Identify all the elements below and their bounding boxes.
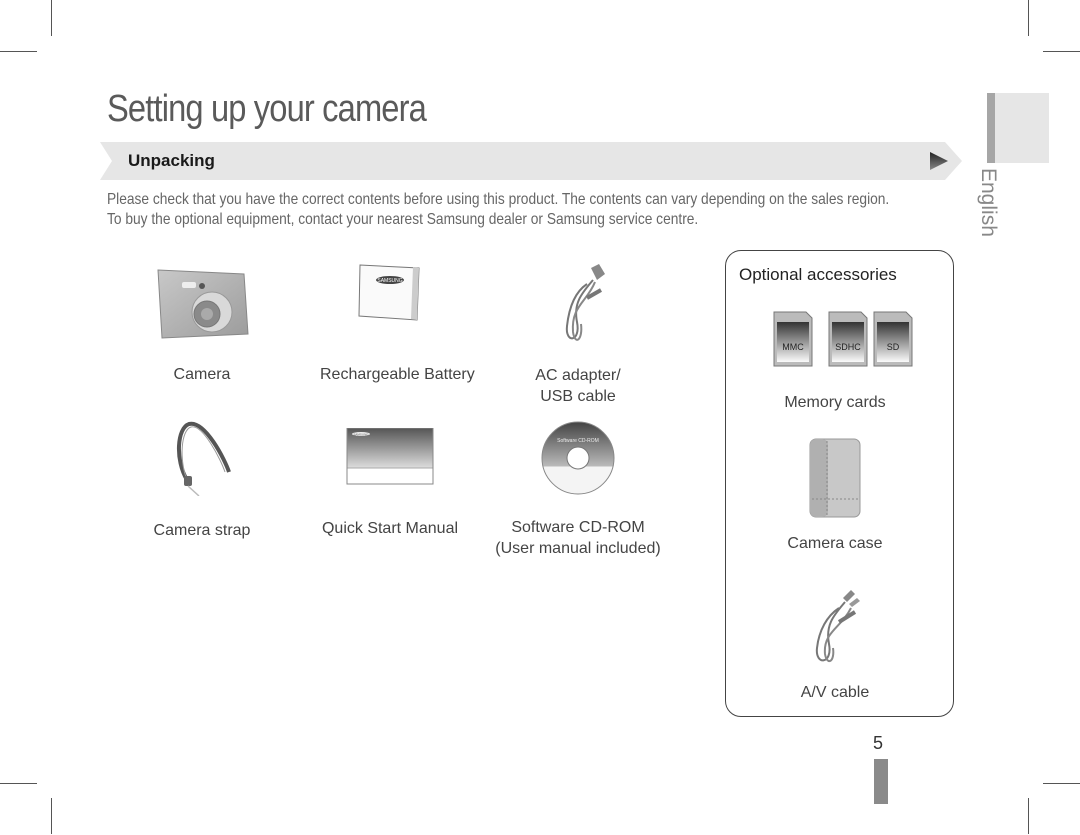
item-memory-cards: MMC SDHC SD Memory cards	[745, 310, 925, 413]
svg-text:MMC: MMC	[782, 342, 804, 352]
svg-text:SAMSUNG: SAMSUNG	[353, 433, 369, 437]
optional-accessories-title: Optional accessories	[739, 265, 897, 284]
item-caption: Camera case	[787, 535, 883, 552]
item-software-cd-rom: Software CD-ROM Software CD-ROM (User ma…	[495, 420, 661, 559]
camera-icon	[157, 269, 249, 339]
banner-background	[100, 142, 962, 180]
cd-rom-icon: Software CD-ROM	[541, 421, 615, 495]
page-title: Setting up your camera	[107, 88, 427, 130]
svg-text:SAMSUNG: SAMSUNG	[377, 278, 402, 284]
intro-line: Please check that you have the correct c…	[107, 191, 890, 208]
item-caption: Camera strap	[153, 522, 251, 539]
crop-mark	[1043, 783, 1080, 784]
sdhc-card-icon: SDHC	[828, 311, 867, 367]
svg-text:SD: SD	[886, 342, 899, 352]
language-tab-marker	[987, 93, 995, 163]
item-caption: A/V cable	[800, 684, 870, 701]
svg-text:SDHC: SDHC	[835, 342, 861, 352]
crop-mark	[0, 783, 37, 784]
section-heading: Unpacking	[128, 151, 215, 170]
crop-mark	[0, 51, 37, 52]
item-caption: Rechargeable Battery	[320, 366, 475, 383]
battery-icon: SAMSUNG	[358, 264, 420, 321]
crop-mark	[51, 0, 52, 36]
crop-mark	[1043, 51, 1080, 52]
intro-line: To buy the optional equipment, contact y…	[107, 211, 699, 228]
item-caption: USB cable	[540, 388, 616, 405]
manual-icon: SAMSUNG	[346, 428, 434, 485]
item-battery: SAMSUNG Rechargeable Battery	[320, 262, 475, 385]
av-cable-icon	[815, 590, 860, 663]
item-caption: (User manual included)	[495, 540, 661, 557]
item-ac-adapter: AC adapter/ USB cable	[518, 262, 638, 407]
crop-mark	[51, 798, 52, 834]
item-caption: AC adapter/	[535, 367, 621, 384]
strap-icon	[176, 421, 231, 496]
cable-icon	[565, 264, 605, 341]
item-caption: Camera	[173, 366, 231, 383]
item-caption: Software CD-ROM	[511, 519, 645, 536]
sd-card-icon: SD	[873, 311, 912, 367]
crop-mark	[1028, 798, 1029, 834]
item-camera: Camera	[140, 262, 264, 385]
item-camera-case: Camera case	[745, 437, 925, 554]
page-marker-bar	[874, 759, 888, 804]
camera-case-icon	[809, 438, 861, 518]
language-label: English	[977, 168, 1000, 237]
item-camera-strap: Camera strap	[140, 420, 264, 541]
intro-paragraph: Please check that you have the correct c…	[107, 190, 890, 230]
memory-cards-icon: MMC SDHC SD	[773, 311, 912, 367]
item-av-cable: A/V cable	[745, 588, 925, 703]
page-number: 5	[873, 733, 884, 753]
right-triangle-icon	[930, 152, 948, 170]
crop-mark	[1028, 0, 1029, 36]
svg-text:Software CD-ROM: Software CD-ROM	[557, 438, 599, 444]
item-caption: Memory cards	[784, 394, 886, 411]
section-banner: Unpacking	[100, 142, 962, 180]
language-tab	[987, 93, 1049, 163]
item-caption: Quick Start Manual	[321, 520, 459, 537]
mmc-card-icon: MMC	[773, 311, 812, 367]
item-quick-start-manual: SAMSUNG Quick Start Manual	[320, 428, 460, 539]
